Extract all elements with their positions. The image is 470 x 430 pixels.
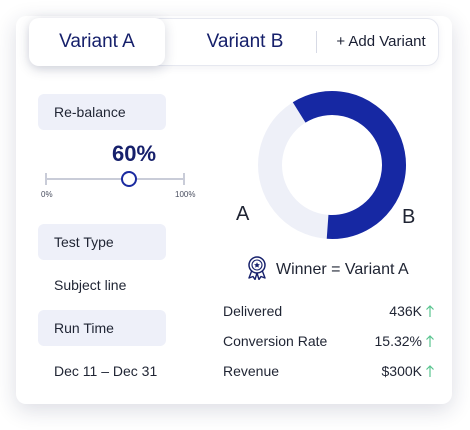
trend-up-icon [425,304,435,318]
tab-variant-a[interactable]: Variant A [29,18,165,66]
slider-start-tick [45,173,47,185]
tab-divider [316,31,317,53]
winner-text: Winner = Variant A [276,261,409,278]
run-time-label: Run Time [38,310,166,346]
test-type-label: Test Type [38,224,166,260]
ab-test-card: Variant A Variant B + Add Variant Re-bal… [16,16,452,404]
test-type-value: Subject line [54,277,127,293]
split-donut-chart [257,90,407,240]
slider-min-label: 0% [41,190,53,199]
run-time-value: Dec 11 – Dec 31 [54,363,158,379]
stat-revenue-label: Revenue [223,363,280,379]
stat-delivered-value: 436K [389,303,422,319]
winner-row: Winner = Variant A [246,255,409,285]
slider-end-tick [183,173,185,185]
award-badge-icon [246,255,268,285]
add-variant-button[interactable]: + Add Variant [327,19,435,65]
trend-up-icon [425,364,435,378]
stat-delivered-label: Delivered [223,303,283,319]
stat-conversion-label: Conversion Rate [223,333,328,349]
trend-up-icon [425,334,435,348]
variant-tabs: Variant A Variant B + Add Variant [29,18,439,66]
slider-max-label: 100% [175,190,196,199]
rebalance-slider-thumb[interactable] [120,171,137,187]
rebalance-slider-track[interactable] [45,178,185,180]
donut-label-a: A [236,203,250,225]
stat-revenue-value: $300K [381,363,422,379]
split-percentage: 60% [112,141,157,166]
stat-conversion-value: 15.32% [374,333,422,349]
tab-variant-b[interactable]: Variant B [192,19,298,65]
donut-label-b: B [402,206,416,228]
rebalance-label: Re-balance [38,94,166,130]
